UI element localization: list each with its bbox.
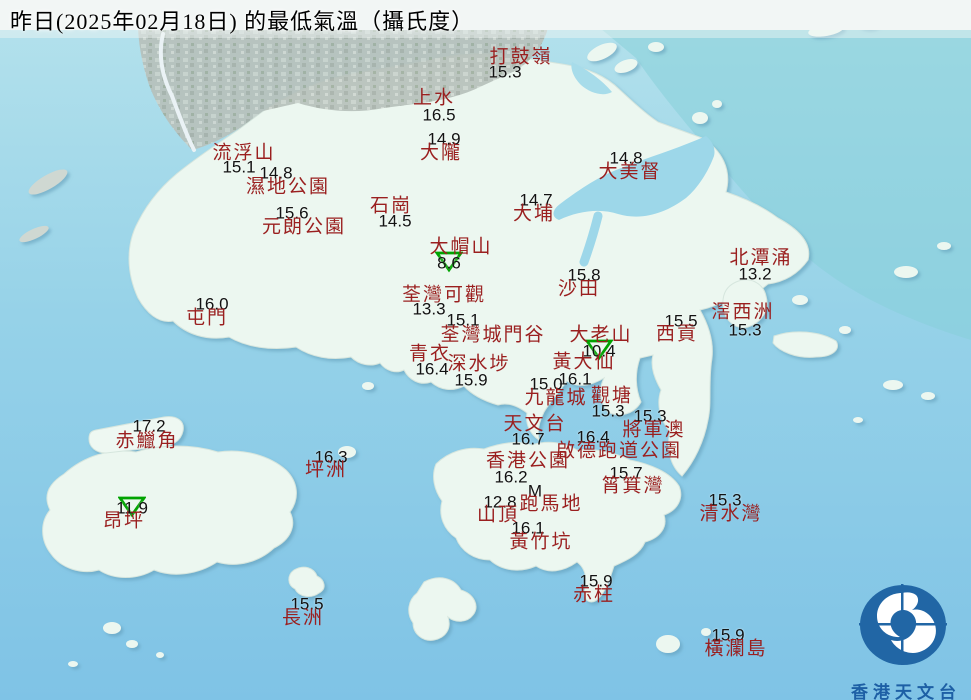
island (937, 242, 951, 250)
station-temp-value: 16.5 (422, 105, 456, 125)
station-name: 石崗 (369, 195, 413, 217)
station-name: 元朗公園 (261, 216, 347, 238)
weather-map-page: 昨日(2025年02月18日) 的最低氣溫（攝氏度） 15.3 打鼓嶺 16.5 上水… (0, 0, 971, 700)
island (921, 392, 935, 400)
station-name: 跑馬地 (519, 493, 583, 515)
station-name: 九龍城 (524, 387, 588, 409)
island (692, 112, 708, 124)
hko-logo-cn-text: 香港天文台 (851, 683, 961, 700)
station-name: 濕地公園 (245, 176, 331, 198)
station-name: 大美督 (598, 161, 662, 183)
station-name: 西貢 (655, 323, 699, 345)
hong-kong-map (0, 0, 971, 700)
station-name: 大帽山 (429, 236, 493, 258)
station-name: 赤鱲角 (115, 430, 179, 452)
station-temp-value: 15.3 (728, 320, 762, 340)
station-name: 清水灣 (699, 503, 763, 525)
station-name: 觀塘 (590, 385, 634, 407)
station-name: 啟德跑道公園 (555, 440, 683, 462)
station-name: 赤柱 (572, 584, 616, 606)
station-name: 屯門 (185, 307, 229, 329)
island (156, 652, 164, 658)
island (68, 661, 78, 667)
station-name: 坪洲 (304, 459, 348, 481)
station-name: 橫瀾島 (704, 638, 768, 660)
station-name: 將軍澳 (622, 419, 686, 441)
station-name: 流浮山 (212, 142, 276, 164)
station-name: 長洲 (281, 607, 325, 629)
station-name: 昂坪 (102, 510, 146, 532)
station-name: 北潭涌 (729, 247, 793, 269)
station-name: 香港公園 (485, 450, 571, 472)
station-name: 黃竹坑 (509, 531, 573, 553)
lantau-island (42, 445, 297, 578)
station-name: 上水 (412, 87, 456, 109)
station-name: 大老山 (569, 324, 633, 346)
island (792, 295, 808, 305)
island (648, 42, 664, 52)
island (712, 100, 722, 108)
map-title: 昨日(2025年02月18日) 的最低氣溫（攝氏度） (10, 9, 475, 34)
island (362, 382, 374, 390)
island (103, 622, 121, 634)
station-name: 沙田 (557, 278, 601, 300)
po-toi-island (656, 635, 680, 653)
island (883, 380, 903, 390)
station-name: 筲箕灣 (601, 475, 665, 497)
station-name: 滘西洲 (711, 301, 775, 323)
island (126, 640, 138, 648)
island (839, 326, 851, 334)
station-name: 打鼓嶺 (489, 46, 553, 68)
hko-logo: 香港天文台 HONG KONG OBSERVATORY (845, 575, 967, 700)
hko-logo-icon (859, 584, 947, 665)
station-temp-value: 16.1 (558, 369, 592, 389)
station-name: 大埔 (512, 203, 556, 225)
station-name: 青衣 (408, 343, 452, 365)
island (853, 417, 863, 423)
station-name: 荃灣可觀 (401, 284, 487, 306)
station-name: 大隴 (419, 142, 463, 164)
station-name: 深水埗 (447, 353, 511, 375)
island (701, 628, 711, 636)
station-name: 荃灣城門谷 (440, 324, 546, 346)
station-name: 黃大仙 (552, 351, 616, 373)
island (894, 266, 918, 278)
station-name: 天文台 (503, 413, 567, 435)
